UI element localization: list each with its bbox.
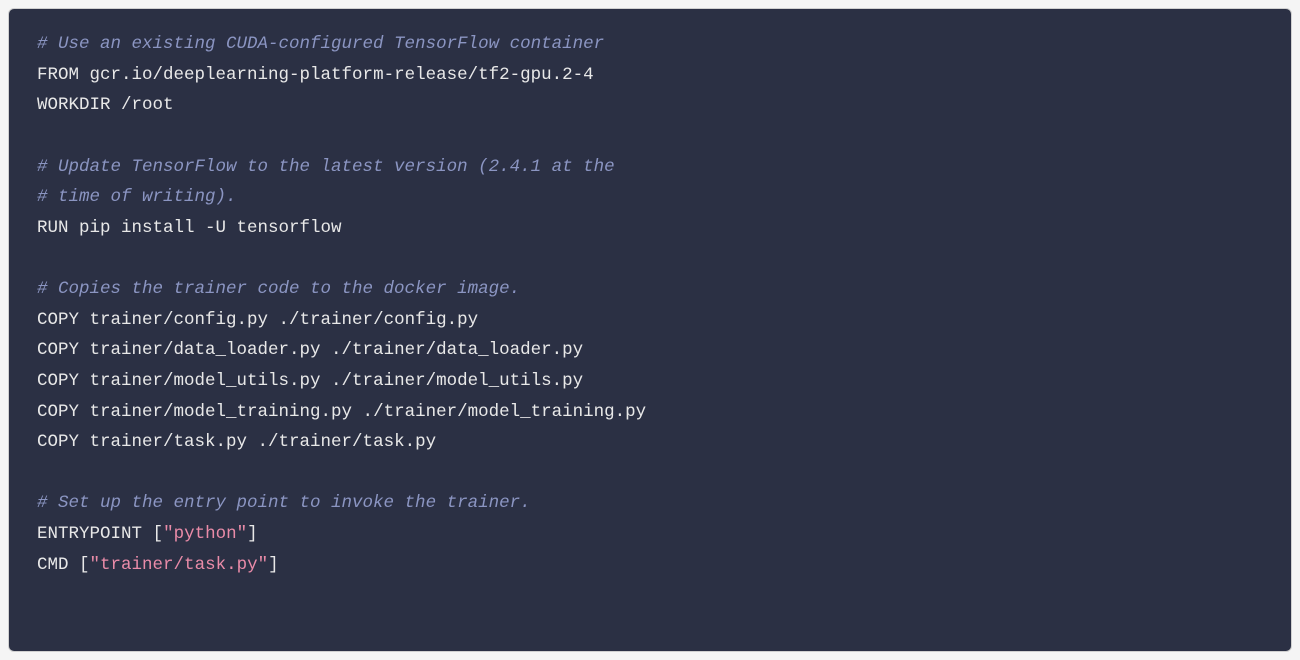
code-line: COPY trainer/model_utils.py ./trainer/mo… <box>37 366 1263 397</box>
code-line: # time of writing). <box>37 182 1263 213</box>
code-line <box>37 458 1263 489</box>
code-segment-keyword: ENTRYPOINT <box>37 524 142 544</box>
code-line: WORKDIR /root <box>37 90 1263 121</box>
code-comment: # Copies the trainer code to the docker … <box>37 279 520 299</box>
code-line: ENTRYPOINT ["python"] <box>37 519 1263 550</box>
code-segment-bracket: ] <box>268 555 279 575</box>
code-segment-keyword: COPY <box>37 310 79 330</box>
code-segment-keyword: CMD <box>37 555 69 575</box>
code-segment-text: trainer/task.py ./trainer/task.py <box>79 432 436 452</box>
code-line <box>37 121 1263 152</box>
code-line: COPY trainer/model_training.py ./trainer… <box>37 397 1263 428</box>
code-segment-string: "python" <box>163 524 247 544</box>
code-segment-keyword: WORKDIR <box>37 95 111 115</box>
code-segment-keyword: COPY <box>37 340 79 360</box>
code-line: # Set up the entry point to invoke the t… <box>37 488 1263 519</box>
code-segment-text: /root <box>111 95 174 115</box>
code-line <box>37 243 1263 274</box>
code-comment: # time of writing). <box>37 187 237 207</box>
code-segment-text: pip install -U tensorflow <box>69 218 342 238</box>
code-line: RUN pip install -U tensorflow <box>37 213 1263 244</box>
code-segment-bracket: [ <box>79 555 90 575</box>
code-segment-text: trainer/model_training.py ./trainer/mode… <box>79 402 646 422</box>
code-segment-text: trainer/model_utils.py ./trainer/model_u… <box>79 371 583 391</box>
code-segment-bracket: [ <box>153 524 164 544</box>
code-line: CMD ["trainer/task.py"] <box>37 550 1263 581</box>
code-segment-text: trainer/config.py ./trainer/config.py <box>79 310 478 330</box>
code-line: COPY trainer/task.py ./trainer/task.py <box>37 427 1263 458</box>
code-comment: # Update TensorFlow to the latest versio… <box>37 157 615 177</box>
code-segment-text <box>69 555 80 575</box>
code-segment-text: gcr.io/deeplearning-platform-release/tf2… <box>79 65 594 85</box>
code-segment-bracket: ] <box>247 524 258 544</box>
code-segment-keyword: COPY <box>37 402 79 422</box>
code-line: # Use an existing CUDA-configured Tensor… <box>37 29 1263 60</box>
code-segment-keyword: FROM <box>37 65 79 85</box>
code-comment: # Set up the entry point to invoke the t… <box>37 493 531 513</box>
code-comment: # Use an existing CUDA-configured Tensor… <box>37 34 604 54</box>
code-segment-string: "trainer/task.py" <box>90 555 269 575</box>
code-segment-keyword: RUN <box>37 218 69 238</box>
code-line: # Update TensorFlow to the latest versio… <box>37 152 1263 183</box>
dockerfile-code-block: # Use an existing CUDA-configured Tensor… <box>8 8 1292 652</box>
code-segment-text <box>142 524 153 544</box>
code-line: COPY trainer/data_loader.py ./trainer/da… <box>37 335 1263 366</box>
code-segment-keyword: COPY <box>37 432 79 452</box>
code-line: # Copies the trainer code to the docker … <box>37 274 1263 305</box>
code-segment-text: trainer/data_loader.py ./trainer/data_lo… <box>79 340 583 360</box>
code-line: FROM gcr.io/deeplearning-platform-releas… <box>37 60 1263 91</box>
code-segment-keyword: COPY <box>37 371 79 391</box>
code-line: COPY trainer/config.py ./trainer/config.… <box>37 305 1263 336</box>
